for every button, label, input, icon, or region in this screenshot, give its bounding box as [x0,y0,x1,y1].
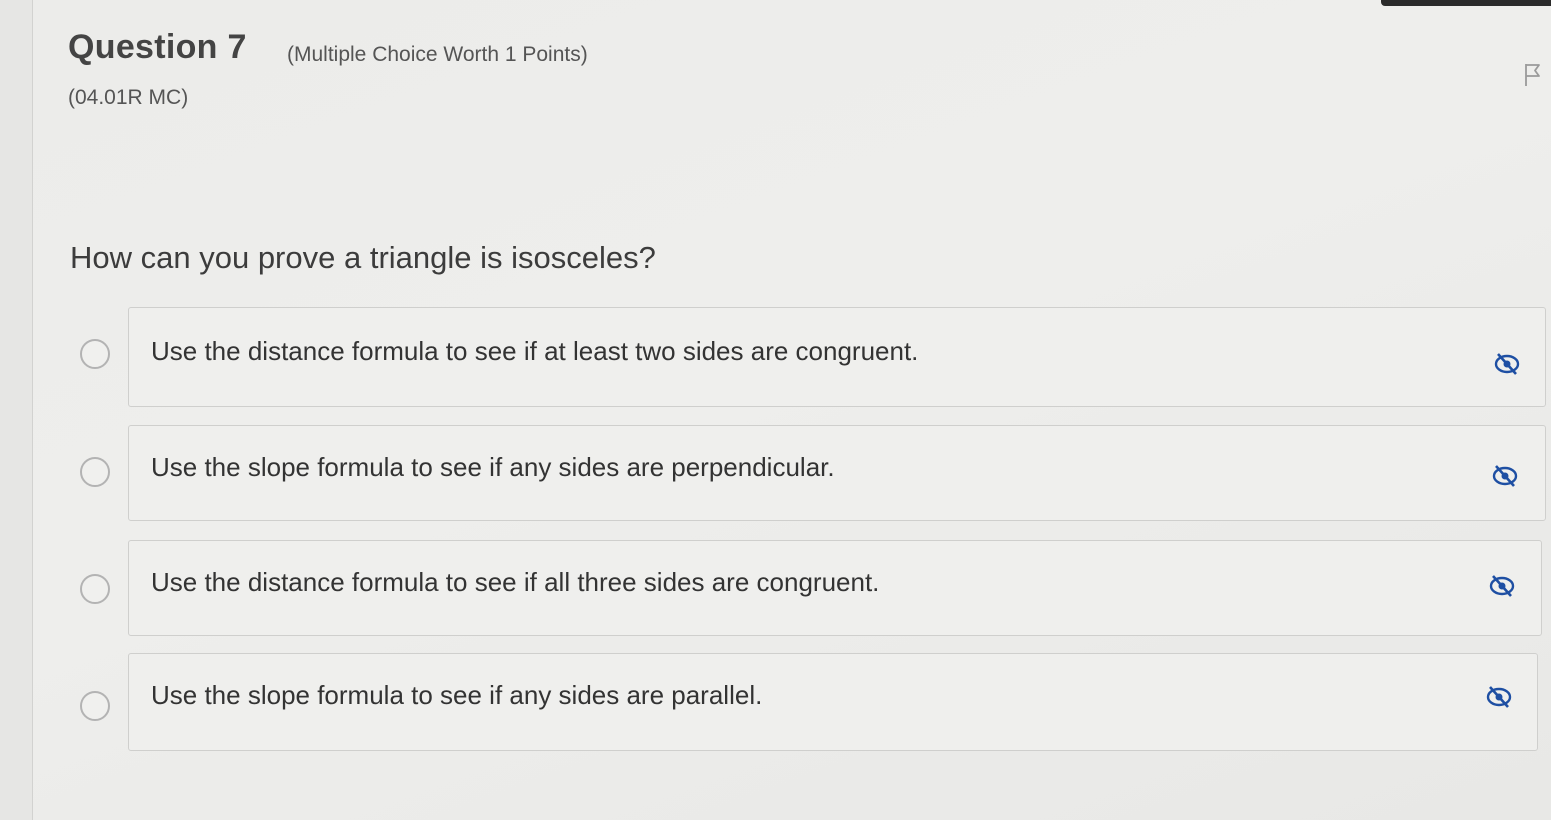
eye-slash-icon[interactable] [1488,572,1516,600]
choice-radio[interactable] [80,574,110,604]
question-meta: (Multiple Choice Worth 1 Points) [287,43,588,66]
choice-option[interactable]: Use the slope formula to see if any side… [78,653,1548,753]
flag-icon[interactable] [1522,62,1544,88]
choice-radio[interactable] [80,457,110,487]
choice-radio[interactable] [80,691,110,721]
choice-radio[interactable] [80,339,110,369]
choice-text: Use the slope formula to see if any side… [151,452,835,482]
eye-slash-icon[interactable] [1493,350,1521,378]
choice-box[interactable]: Use the slope formula to see if any side… [128,425,1546,521]
question-code: (04.01R MC) [68,86,189,109]
choice-box[interactable]: Use the distance formula to see if all t… [128,540,1542,636]
choice-box[interactable]: Use the distance formula to see if at le… [128,307,1546,407]
question-prompt: How can you prove a triangle is isoscele… [70,240,656,275]
choice-text: Use the distance formula to see if all t… [151,567,880,597]
choice-text: Use the slope formula to see if any side… [151,680,763,710]
choice-option[interactable]: Use the slope formula to see if any side… [78,425,1548,523]
choice-text: Use the distance formula to see if at le… [151,336,919,366]
question-title: Question 7 [68,28,247,66]
eye-slash-icon[interactable] [1491,462,1519,490]
eye-slash-icon[interactable] [1485,683,1513,711]
choice-box[interactable]: Use the slope formula to see if any side… [128,653,1538,751]
choice-option[interactable]: Use the distance formula to see if all t… [78,540,1548,638]
top-bar [1381,0,1551,6]
choice-option[interactable]: Use the distance formula to see if at le… [78,307,1548,411]
